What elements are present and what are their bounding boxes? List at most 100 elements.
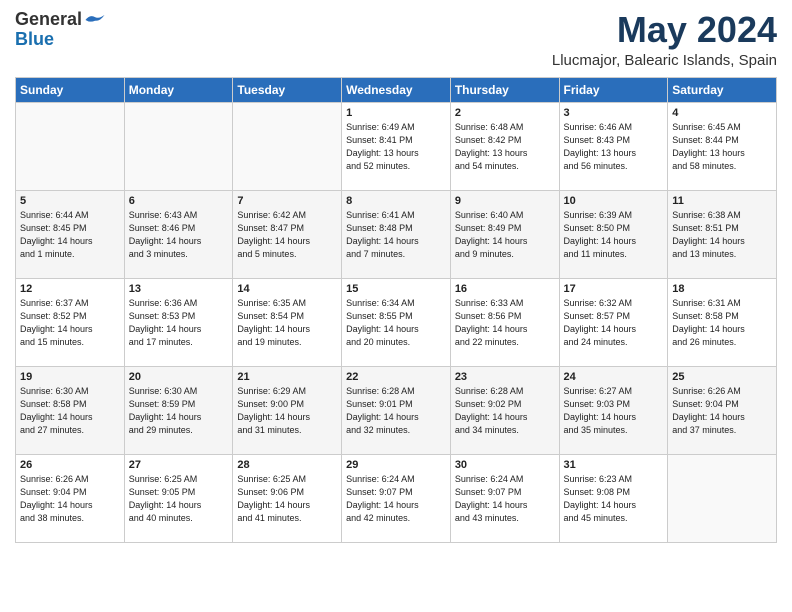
calendar-cell: 7 Sunrise: 6:42 AM Sunset: 8:47 PM Daylig… (233, 190, 342, 278)
day-number: 31 (564, 459, 664, 471)
cell-info: Sunrise: 6:28 AM Sunset: 9:01 PM Dayligh… (346, 385, 446, 437)
cell-info: Sunrise: 6:37 AM Sunset: 8:52 PM Dayligh… (20, 297, 120, 349)
day-number: 30 (455, 459, 555, 471)
calendar-cell: 17Sunrise: 6:32 AM Sunset: 8:57 PM Dayli… (559, 278, 668, 366)
calendar-cell: 31 Sunrise: 6:23 AM Sunset: 9:08 PM Dayli… (559, 454, 668, 542)
day-number: 15 (346, 283, 446, 295)
day-number: 27 (129, 459, 229, 471)
day-number: 22 (346, 371, 446, 383)
day-number: 23 (455, 371, 555, 383)
col-header-sunday: Sunday (16, 77, 125, 102)
calendar-cell: 12 Sunrise: 6:37 AM Sunset: 8:52 PM Dayli… (16, 278, 125, 366)
title-block: May 2024 Llucmajor, Balearic Islands, Sp… (552, 10, 777, 69)
calendar-table: SundayMondayTuesdayWednesdayThursdayFrid… (15, 77, 777, 543)
cell-info: Sunrise: 6:42 AM Sunset: 8:47 PM Dayligh… (237, 209, 337, 261)
calendar-cell (233, 102, 342, 190)
calendar-cell: 30Sunrise: 6:24 AM Sunset: 9:07 PM Dayli… (450, 454, 559, 542)
calendar-cell: 22 Sunrise: 6:28 AM Sunset: 9:01 PM Dayli… (342, 366, 451, 454)
calendar-cell: 5 Sunrise: 6:44 AM Sunset: 8:45 PM Daylig… (16, 190, 125, 278)
col-header-thursday: Thursday (450, 77, 559, 102)
day-number: 9 (455, 195, 555, 207)
cell-info: Sunrise: 6:30 AM Sunset: 8:59 PM Dayligh… (129, 385, 229, 437)
day-number: 14 (237, 283, 337, 295)
week-row-5: 26 Sunrise: 6:26 AM Sunset: 9:04 PM Dayli… (16, 454, 777, 542)
logo-bird-icon (84, 11, 106, 29)
calendar-cell: 10 Sunrise: 6:39 AM Sunset: 8:50 PM Dayli… (559, 190, 668, 278)
cell-info: Sunrise: 6:40 AM Sunset: 8:49 PM Dayligh… (455, 209, 555, 261)
cell-info: Sunrise: 6:36 AM Sunset: 8:53 PM Dayligh… (129, 297, 229, 349)
calendar-cell: 19Sunrise: 6:30 AM Sunset: 8:58 PM Dayli… (16, 366, 125, 454)
calendar-cell: 1Sunrise: 6:49 AM Sunset: 8:41 PM Daylig… (342, 102, 451, 190)
week-row-2: 5 Sunrise: 6:44 AM Sunset: 8:45 PM Daylig… (16, 190, 777, 278)
cell-info: Sunrise: 6:44 AM Sunset: 8:45 PM Dayligh… (20, 209, 120, 261)
day-number: 21 (237, 371, 337, 383)
day-number: 5 (20, 195, 120, 207)
month-title: May 2024 (552, 10, 777, 50)
calendar-cell: 2 Sunrise: 6:48 AM Sunset: 8:42 PM Daylig… (450, 102, 559, 190)
cell-info: Sunrise: 6:26 AM Sunset: 9:04 PM Dayligh… (20, 473, 120, 525)
calendar-cell: 18 Sunrise: 6:31 AM Sunset: 8:58 PM Dayli… (668, 278, 777, 366)
calendar-cell: 3 Sunrise: 6:46 AM Sunset: 8:43 PM Daylig… (559, 102, 668, 190)
cell-info: Sunrise: 6:45 AM Sunset: 8:44 PM Dayligh… (672, 121, 772, 173)
cell-info: Sunrise: 6:33 AM Sunset: 8:56 PM Dayligh… (455, 297, 555, 349)
week-row-4: 19Sunrise: 6:30 AM Sunset: 8:58 PM Dayli… (16, 366, 777, 454)
day-number: 26 (20, 459, 120, 471)
col-header-saturday: Saturday (668, 77, 777, 102)
cell-info: Sunrise: 6:39 AM Sunset: 8:50 PM Dayligh… (564, 209, 664, 261)
cell-info: Sunrise: 6:46 AM Sunset: 8:43 PM Dayligh… (564, 121, 664, 173)
calendar-cell: 28 Sunrise: 6:25 AM Sunset: 9:06 PM Dayli… (233, 454, 342, 542)
day-number: 10 (564, 195, 664, 207)
day-number: 13 (129, 283, 229, 295)
calendar-cell (124, 102, 233, 190)
day-number: 17 (564, 283, 664, 295)
cell-info: Sunrise: 6:35 AM Sunset: 8:54 PM Dayligh… (237, 297, 337, 349)
day-number: 16 (455, 283, 555, 295)
logo-blue: Blue (15, 30, 106, 50)
logo: General Blue (15, 10, 106, 50)
day-number: 7 (237, 195, 337, 207)
day-number: 3 (564, 107, 664, 119)
calendar-cell: 9 Sunrise: 6:40 AM Sunset: 8:49 PM Daylig… (450, 190, 559, 278)
calendar-cell: 23 Sunrise: 6:28 AM Sunset: 9:02 PM Dayli… (450, 366, 559, 454)
calendar-cell: 21 Sunrise: 6:29 AM Sunset: 9:00 PM Dayli… (233, 366, 342, 454)
day-number: 28 (237, 459, 337, 471)
day-number: 1 (346, 107, 446, 119)
cell-info: Sunrise: 6:48 AM Sunset: 8:42 PM Dayligh… (455, 121, 555, 173)
cell-info: Sunrise: 6:43 AM Sunset: 8:46 PM Dayligh… (129, 209, 229, 261)
col-header-friday: Friday (559, 77, 668, 102)
col-header-wednesday: Wednesday (342, 77, 451, 102)
page-header: General Blue May 2024 Llucmajor, Baleari… (15, 10, 777, 69)
col-header-monday: Monday (124, 77, 233, 102)
day-number: 11 (672, 195, 772, 207)
cell-info: Sunrise: 6:38 AM Sunset: 8:51 PM Dayligh… (672, 209, 772, 261)
day-number: 2 (455, 107, 555, 119)
cell-info: Sunrise: 6:29 AM Sunset: 9:00 PM Dayligh… (237, 385, 337, 437)
calendar-cell: 26 Sunrise: 6:26 AM Sunset: 9:04 PM Dayli… (16, 454, 125, 542)
calendar-cell: 15Sunrise: 6:34 AM Sunset: 8:55 PM Dayli… (342, 278, 451, 366)
cell-info: Sunrise: 6:31 AM Sunset: 8:58 PM Dayligh… (672, 297, 772, 349)
cell-info: Sunrise: 6:25 AM Sunset: 9:06 PM Dayligh… (237, 473, 337, 525)
calendar-cell: 6Sunrise: 6:43 AM Sunset: 8:46 PM Daylig… (124, 190, 233, 278)
cell-info: Sunrise: 6:27 AM Sunset: 9:03 PM Dayligh… (564, 385, 664, 437)
calendar-cell: 20Sunrise: 6:30 AM Sunset: 8:59 PM Dayli… (124, 366, 233, 454)
cell-info: Sunrise: 6:25 AM Sunset: 9:05 PM Dayligh… (129, 473, 229, 525)
day-number: 4 (672, 107, 772, 119)
cell-info: Sunrise: 6:41 AM Sunset: 8:48 PM Dayligh… (346, 209, 446, 261)
calendar-cell (668, 454, 777, 542)
day-number: 12 (20, 283, 120, 295)
cell-info: Sunrise: 6:23 AM Sunset: 9:08 PM Dayligh… (564, 473, 664, 525)
cell-info: Sunrise: 6:24 AM Sunset: 9:07 PM Dayligh… (346, 473, 446, 525)
week-row-1: 1Sunrise: 6:49 AM Sunset: 8:41 PM Daylig… (16, 102, 777, 190)
day-number: 18 (672, 283, 772, 295)
day-number: 8 (346, 195, 446, 207)
calendar-cell: 29Sunrise: 6:24 AM Sunset: 9:07 PM Dayli… (342, 454, 451, 542)
logo-general: General (15, 10, 82, 30)
calendar-cell: 24Sunrise: 6:27 AM Sunset: 9:03 PM Dayli… (559, 366, 668, 454)
calendar-cell: 27 Sunrise: 6:25 AM Sunset: 9:05 PM Dayli… (124, 454, 233, 542)
day-number: 25 (672, 371, 772, 383)
col-header-tuesday: Tuesday (233, 77, 342, 102)
cell-info: Sunrise: 6:28 AM Sunset: 9:02 PM Dayligh… (455, 385, 555, 437)
cell-info: Sunrise: 6:26 AM Sunset: 9:04 PM Dayligh… (672, 385, 772, 437)
location-title: Llucmajor, Balearic Islands, Spain (552, 52, 777, 69)
day-number: 19 (20, 371, 120, 383)
